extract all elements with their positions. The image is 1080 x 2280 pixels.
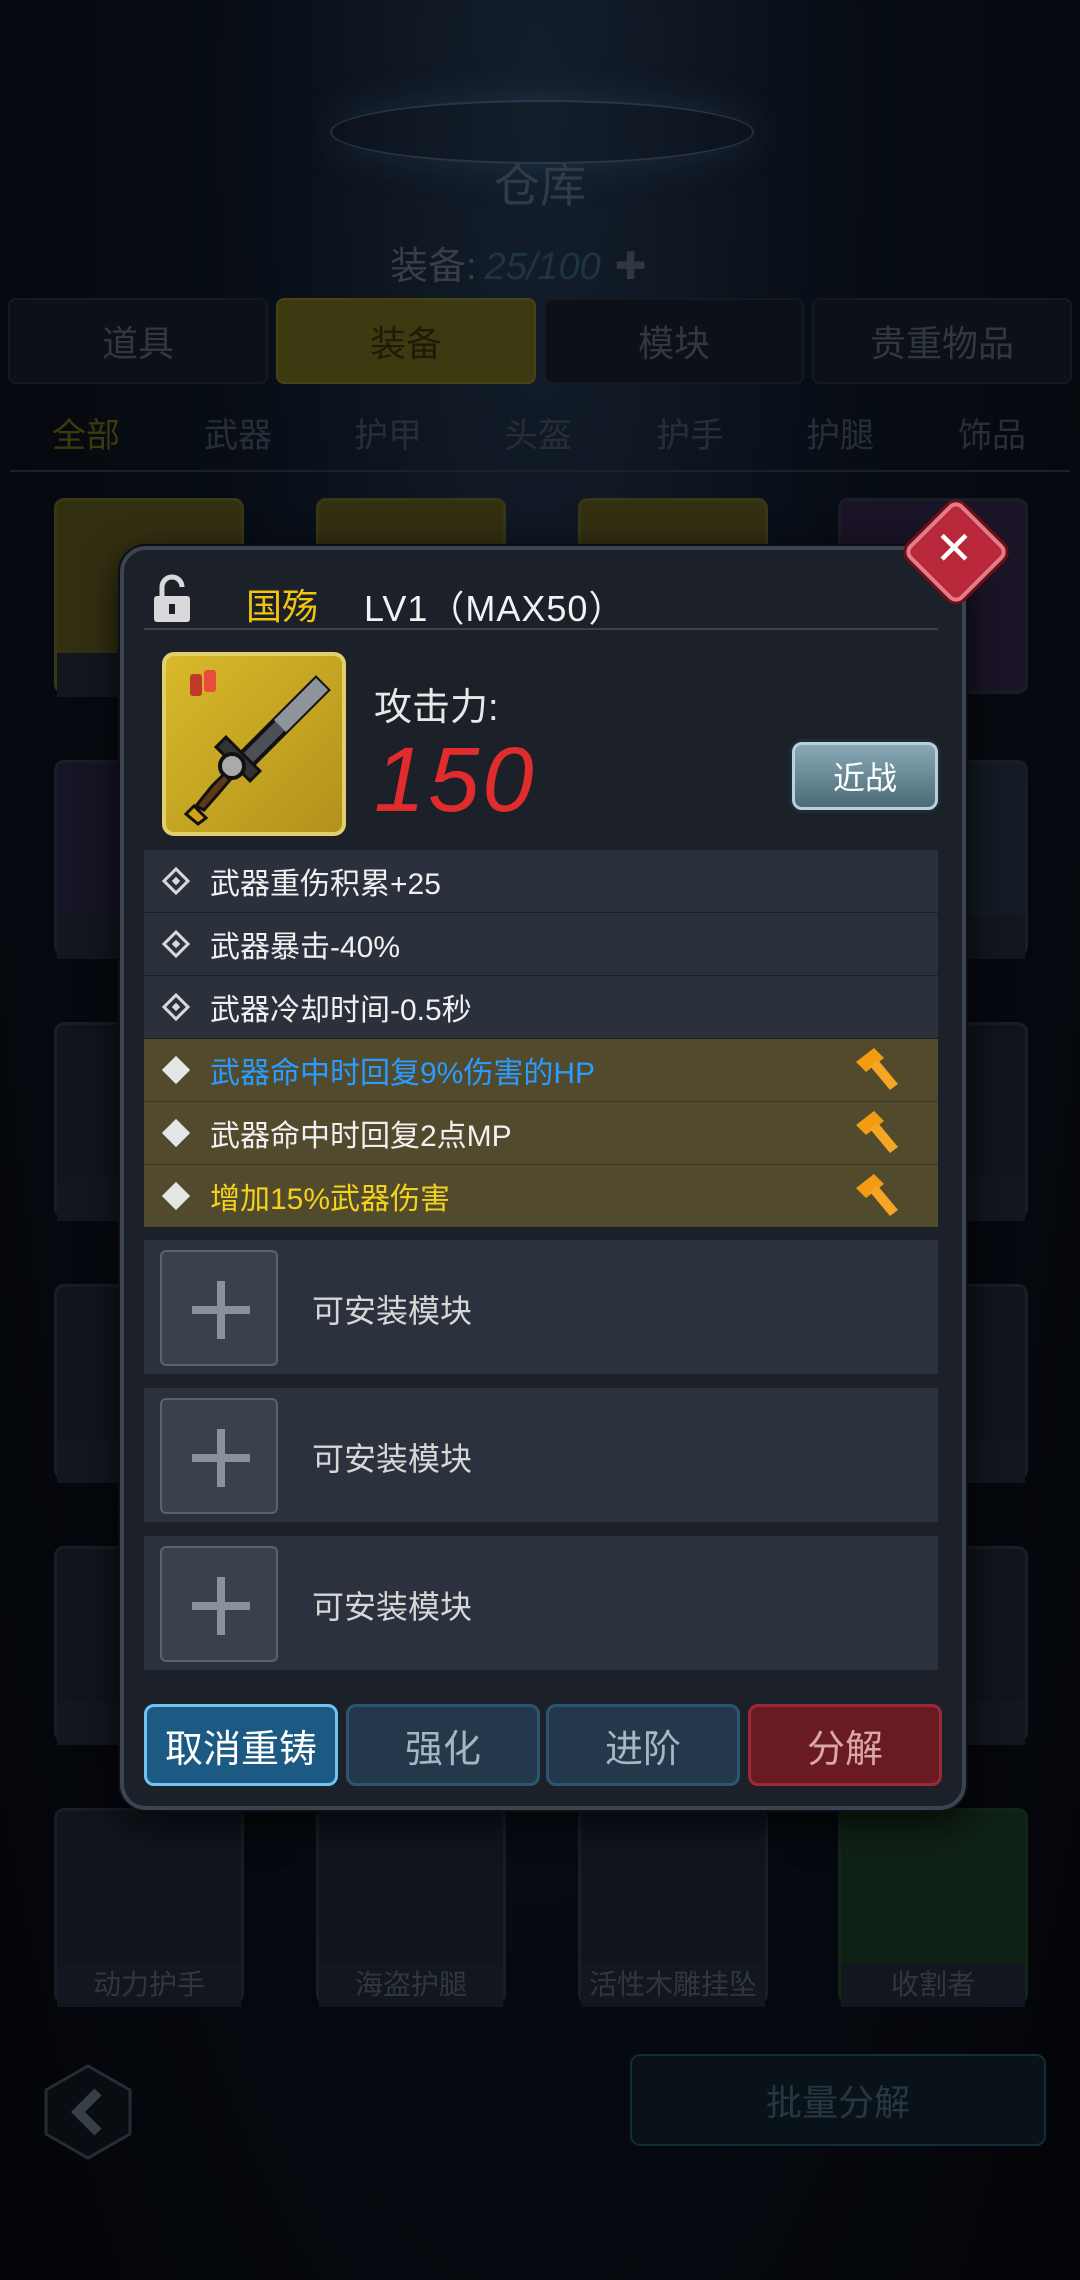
bullet-icon xyxy=(161,1055,191,1085)
unlock-icon[interactable] xyxy=(152,574,192,624)
attack-label: 攻击力: xyxy=(374,687,499,729)
add-module-icon[interactable] xyxy=(160,1546,278,1662)
hammer-icon[interactable] xyxy=(850,1107,902,1159)
hammer-icon[interactable] xyxy=(850,1170,902,1222)
cancel-reforge-button[interactable]: 取消重铸 xyxy=(144,1704,338,1786)
item-icon xyxy=(162,652,346,836)
bullet-icon xyxy=(161,866,191,896)
sword-icon xyxy=(183,670,331,826)
stat-text: 武器命中时回复9%伤害的HP xyxy=(210,1057,596,1090)
stat-text: 武器暴击-40% xyxy=(210,931,401,964)
module-slot[interactable]: 可安装模块 xyxy=(144,1388,938,1522)
module-slot-label: 可安装模块 xyxy=(312,1441,473,1477)
advance-button[interactable]: 进阶 xyxy=(546,1704,740,1786)
bullet-icon xyxy=(161,1181,191,1211)
add-module-icon[interactable] xyxy=(160,1398,278,1514)
bullet-icon xyxy=(161,992,191,1022)
hammer-icon[interactable] xyxy=(850,1044,902,1096)
attack-value: 150 xyxy=(374,729,537,831)
enhance-button[interactable]: 强化 xyxy=(346,1704,540,1786)
module-slot-label: 可安装模块 xyxy=(312,1293,473,1329)
close-icon[interactable]: ✕ xyxy=(920,514,988,582)
module-slot-label: 可安装模块 xyxy=(312,1589,473,1625)
bullet-icon xyxy=(161,1118,191,1148)
stat-text: 增加15%武器伤害 xyxy=(210,1183,451,1216)
item-name: 国殇 xyxy=(246,586,319,627)
module-slot[interactable]: 可安装模块 xyxy=(144,1536,938,1670)
melee-type-button[interactable]: 近战 xyxy=(792,742,938,810)
reforge-stat-row[interactable]: 武器命中时回复2点MP xyxy=(144,1102,938,1164)
dismantle-button[interactable]: 分解 xyxy=(748,1704,942,1786)
add-module-icon[interactable] xyxy=(160,1250,278,1366)
stat-text: 武器重伤积累+25 xyxy=(210,868,441,901)
stat-row: 武器重伤积累+25 xyxy=(144,850,938,912)
module-slot[interactable]: 可安装模块 xyxy=(144,1240,938,1374)
bullet-icon xyxy=(161,929,191,959)
stat-row: 武器冷却时间-0.5秒 xyxy=(144,976,938,1038)
reforge-stat-row[interactable]: 武器命中时回复9%伤害的HP xyxy=(144,1039,938,1101)
reforge-stat-row[interactable]: 增加15%武器伤害 xyxy=(144,1165,938,1227)
stat-text: 武器冷却时间-0.5秒 xyxy=(210,994,472,1027)
stat-text: 武器命中时回复2点MP xyxy=(210,1120,512,1153)
item-level: LV1（MAX50） xyxy=(364,588,626,629)
stat-row: 武器暴击-40% xyxy=(144,913,938,975)
title-divider xyxy=(144,628,938,630)
